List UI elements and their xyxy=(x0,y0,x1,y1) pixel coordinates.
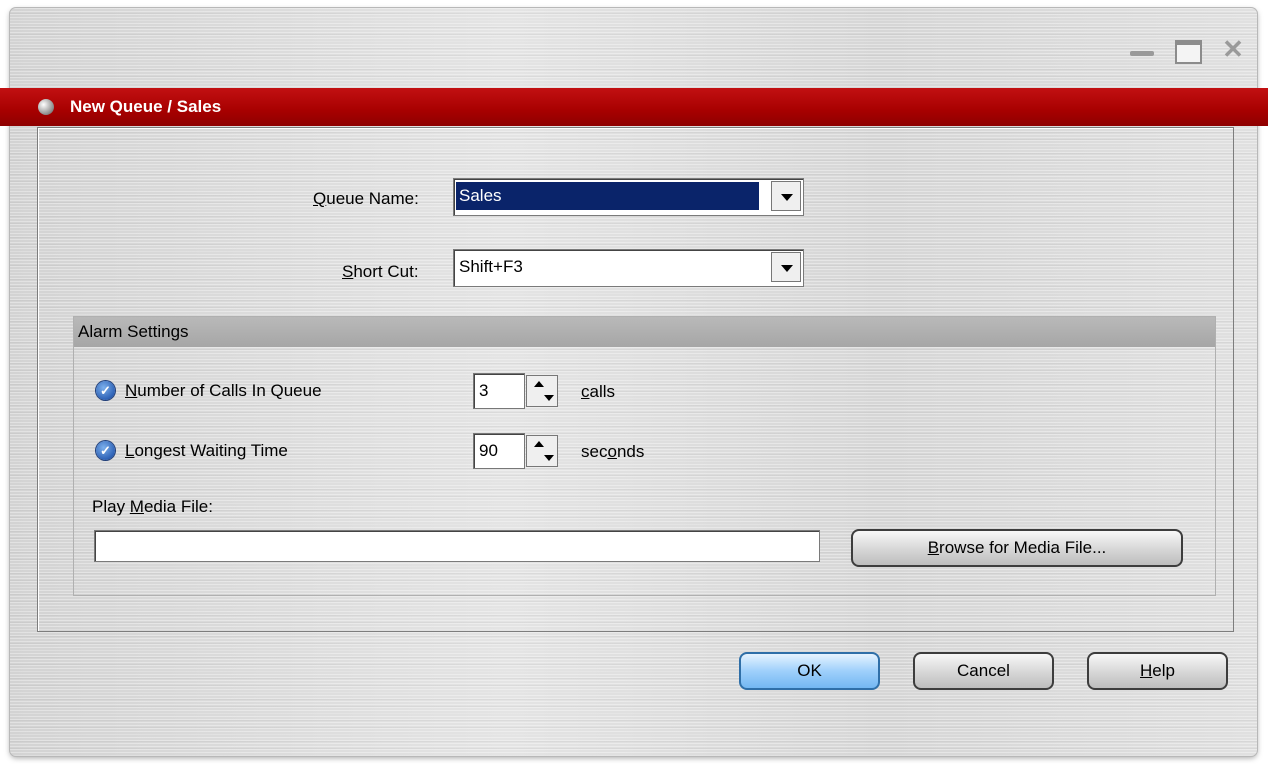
window-status-icon xyxy=(38,99,54,115)
calls-unit: calls xyxy=(581,382,616,401)
arrow-down-icon[interactable] xyxy=(544,395,554,401)
window-title: New Queue / Sales xyxy=(70,97,222,116)
chevron-down-icon[interactable] xyxy=(771,181,801,211)
close-icon[interactable]: ✕ xyxy=(1220,36,1246,62)
wait-spinner[interactable]: 90 xyxy=(473,433,561,469)
wait-label: Longest Waiting Time xyxy=(125,441,288,460)
arrow-up-icon[interactable] xyxy=(534,441,544,447)
minimize-icon[interactable] xyxy=(1128,38,1154,60)
short-cut-value: Shift+F3 xyxy=(459,257,523,276)
title-bar: New Queue / Sales xyxy=(0,88,1268,126)
calls-input[interactable]: 3 xyxy=(473,373,525,409)
wait-unit: seconds xyxy=(581,442,645,461)
queue-name-value: Sales xyxy=(459,186,502,205)
help-button[interactable]: Help xyxy=(1087,652,1228,690)
chevron-down-icon[interactable] xyxy=(771,252,801,282)
arrow-down-icon[interactable] xyxy=(544,455,554,461)
queue-name-combobox[interactable]: Sales xyxy=(453,178,804,216)
short-cut-combobox[interactable]: Shift+F3 xyxy=(453,249,804,287)
media-file-label: Play Media File: xyxy=(92,497,213,516)
spinner-arrows[interactable] xyxy=(526,375,558,407)
maximize-icon[interactable] xyxy=(1174,38,1202,64)
spinner-arrows[interactable] xyxy=(526,435,558,467)
ok-button[interactable]: OK xyxy=(739,652,880,690)
media-file-input[interactable] xyxy=(94,530,820,562)
wait-input[interactable]: 90 xyxy=(473,433,525,469)
calls-spinner[interactable]: 3 xyxy=(473,373,561,409)
arrow-up-icon[interactable] xyxy=(534,381,544,387)
alarm-settings-title: Alarm Settings xyxy=(78,322,189,341)
browse-media-button[interactable]: Browse for Media File... xyxy=(851,529,1183,567)
window-controls: ✕ xyxy=(1128,36,1246,64)
cancel-button[interactable]: Cancel xyxy=(913,652,1054,690)
calls-checkbox[interactable]: ✓ xyxy=(96,381,115,400)
wait-checkbox[interactable]: ✓ xyxy=(96,441,115,460)
calls-label: Number of Calls In Queue xyxy=(125,381,322,400)
queue-name-label: Queue Name: xyxy=(313,189,419,208)
alarm-settings-header: Alarm Settings xyxy=(74,317,1215,347)
short-cut-label: Short Cut: xyxy=(342,262,419,281)
